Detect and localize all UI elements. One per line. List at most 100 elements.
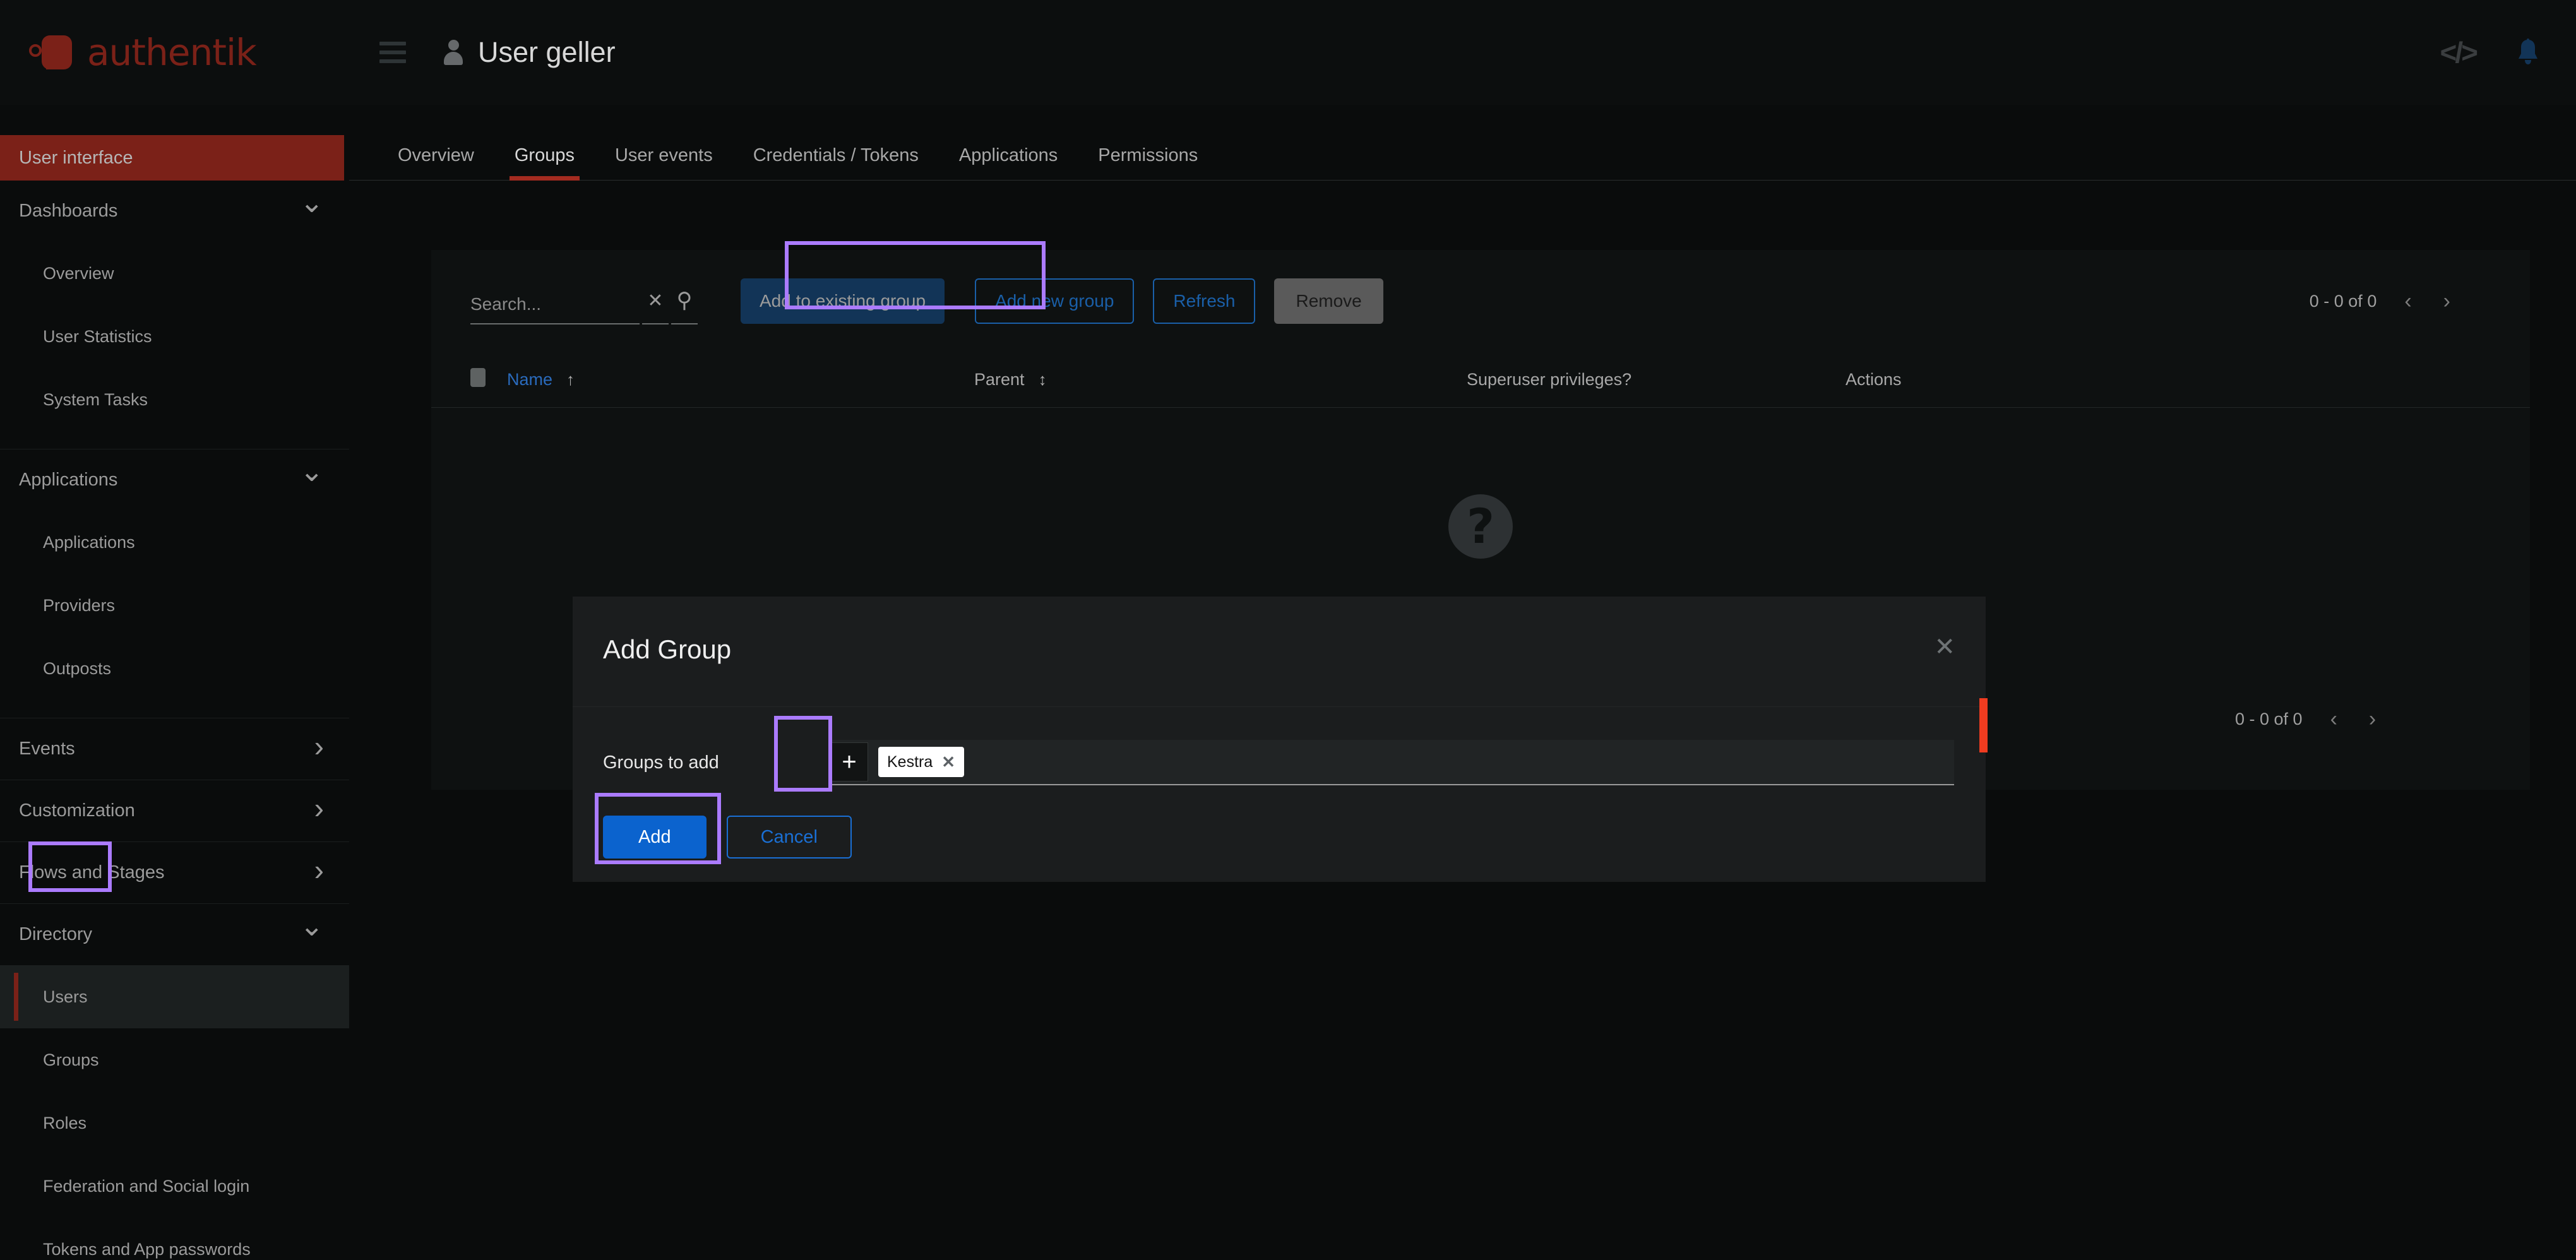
select-all-checkbox[interactable]	[470, 368, 507, 391]
tab-credentials-tokens[interactable]: Credentials / Tokens	[733, 145, 939, 180]
table-header-row: Name ↑ Parent ↕ Superuser privileges? Ac…	[431, 352, 2530, 408]
hamburger-icon[interactable]	[379, 42, 406, 63]
add-to-existing-group-button[interactable]: Add to existing group	[741, 278, 945, 324]
modal-title: Add Group	[603, 634, 731, 665]
chevron-right-icon[interactable]: ›	[2440, 289, 2454, 314]
sidebar-item-groups[interactable]: Groups	[0, 1028, 349, 1091]
sidebar-item-label: Tokens and App passwords	[43, 1240, 251, 1259]
tab-label: Permissions	[1098, 145, 1198, 165]
chevron-left-icon[interactable]: ‹	[2327, 707, 2341, 732]
sidebar-group-header-applications[interactable]: Applications	[0, 449, 349, 511]
sidebar-group-header-dashboards[interactable]: Dashboards	[0, 181, 349, 242]
sidebar-group-directory: Directory Users Groups Roles Federation …	[0, 904, 349, 1260]
sidebar-item-users[interactable]: Users	[0, 965, 349, 1028]
tab-label: Applications	[959, 145, 1058, 165]
brand-area[interactable]: authentik	[0, 0, 349, 105]
sidebar-group-header-flows-and-stages[interactable]: Flows and Stages	[0, 842, 349, 903]
sidebar-item-user-statistics[interactable]: User Statistics	[0, 305, 349, 368]
column-header-name[interactable]: Name ↑	[507, 370, 974, 389]
sidebar-group-header-directory[interactable]: Directory	[0, 904, 349, 965]
chevron-right-icon	[314, 800, 324, 823]
column-header-actions: Actions	[1846, 370, 1902, 389]
sidebar-item-label: Groups	[43, 1050, 99, 1070]
sidebar-item-outposts[interactable]: Outposts	[0, 637, 349, 700]
chip-remove-x-icon[interactable]: ✕	[941, 752, 955, 772]
pagination-range: 0 - 0 of 0	[2235, 710, 2303, 729]
sidebar-group-header-events[interactable]: Events	[0, 718, 349, 780]
chip-label: Kestra	[887, 753, 933, 771]
column-label: Superuser privileges?	[1467, 370, 1631, 389]
scroll-position-marker	[1979, 698, 1988, 752]
column-label: Name	[507, 370, 552, 389]
sidebar-item-providers[interactable]: Providers	[0, 574, 349, 637]
chevron-right-icon	[314, 862, 324, 884]
groups-to-add-field[interactable]: + Kestra ✕	[830, 740, 1954, 785]
add-new-group-button[interactable]: Add new group	[975, 278, 1134, 324]
sidebar: User interface Dashboards Overview User …	[0, 105, 349, 1260]
modal-header: Add Group ✕	[573, 597, 1986, 707]
add-group-modal: Add Group ✕ Groups to add + Kestra ✕ Add…	[573, 597, 1986, 882]
tab-label: Overview	[398, 145, 474, 165]
column-header-superuser-privileges: Superuser privileges?	[1467, 370, 1846, 389]
column-header-parent[interactable]: Parent ↕	[974, 370, 1467, 389]
sidebar-item-applications[interactable]: Applications	[0, 511, 349, 574]
sidebar-item-federation-and-social-login[interactable]: Federation and Social login	[0, 1155, 349, 1218]
tab-overview[interactable]: Overview	[378, 145, 494, 180]
sidebar-group-dashboards: Dashboards Overview User Statistics Syst…	[0, 181, 349, 449]
page-title-area: User geller	[443, 36, 616, 69]
notification-bell-icon[interactable]	[2515, 39, 2541, 66]
top-bar-actions: </>	[2440, 0, 2541, 105]
column-label: Parent	[974, 370, 1025, 389]
groups-to-add-row: Groups to add + Kestra ✕	[573, 740, 1986, 785]
tab-user-events[interactable]: User events	[595, 145, 733, 180]
sidebar-item-system-tasks[interactable]: System Tasks	[0, 368, 349, 431]
sidebar-group-label: Applications	[19, 470, 117, 490]
chevron-right-icon[interactable]: ›	[2365, 707, 2380, 732]
chevron-left-icon[interactable]: ‹	[2400, 289, 2415, 314]
page-title: User geller	[478, 36, 616, 69]
tab-label: Credentials / Tokens	[753, 145, 919, 165]
sidebar-item-label: Overview	[43, 264, 114, 283]
close-x-icon[interactable]: ✕	[1934, 634, 1955, 660]
cancel-button[interactable]: Cancel	[727, 816, 852, 859]
refresh-button[interactable]: Refresh	[1153, 278, 1255, 324]
authentik-logo[interactable]: authentik	[29, 31, 256, 74]
add-button[interactable]: Add	[603, 816, 707, 859]
code-brackets-icon[interactable]: </>	[2440, 35, 2476, 69]
sidebar-group-label: Customization	[19, 800, 135, 821]
search-magnifier-icon[interactable]: ⚲	[671, 278, 698, 324]
question-mark-icon: ?	[1448, 494, 1513, 559]
sidebar-group-header-customization[interactable]: Customization	[0, 780, 349, 841]
top-pagination: 0 - 0 of 0 ‹ ›	[2310, 289, 2454, 314]
sidebar-group-applications: Applications Applications Providers Outp…	[0, 449, 349, 718]
sidebar-item-label: System Tasks	[43, 390, 148, 410]
plus-icon[interactable]: +	[830, 742, 868, 782]
groups-to-add-label: Groups to add	[573, 752, 830, 773]
column-label: Actions	[1846, 370, 1902, 389]
authentik-logo-mark	[29, 32, 76, 73]
clear-x-icon[interactable]: ✕	[642, 278, 669, 324]
sidebar-item-label: Applications	[43, 533, 135, 552]
sidebar-banner-user-interface[interactable]: User interface	[0, 135, 344, 181]
sidebar-sublist-directory: Users Groups Roles Federation and Social…	[0, 965, 349, 1260]
sidebar-item-label: Users	[43, 987, 88, 1007]
sidebar-item-overview[interactable]: Overview	[0, 242, 349, 305]
sidebar-sublist-applications: Applications Providers Outposts	[0, 511, 349, 718]
tab-permissions[interactable]: Permissions	[1078, 145, 1218, 180]
sidebar-group-label: Dashboards	[19, 201, 117, 222]
tab-applications[interactable]: Applications	[939, 145, 1078, 180]
sidebar-item-label: Providers	[43, 596, 115, 615]
tab-label: Groups	[515, 145, 575, 165]
sidebar-item-roles[interactable]: Roles	[0, 1091, 349, 1155]
remove-button[interactable]: Remove	[1274, 278, 1383, 324]
sidebar-item-tokens-and-app-passwords[interactable]: Tokens and App passwords	[0, 1218, 349, 1260]
search-input-wrapper	[470, 294, 640, 324]
chevron-down-icon	[299, 925, 324, 945]
search-input[interactable]	[470, 294, 640, 314]
tab-label: User events	[615, 145, 713, 165]
tab-groups[interactable]: Groups	[494, 145, 595, 180]
sidebar-group-label: Events	[19, 739, 75, 759]
chip-kestra[interactable]: Kestra ✕	[878, 747, 964, 777]
sidebar-item-label: Roles	[43, 1114, 86, 1133]
modal-actions: Add Cancel	[603, 816, 852, 859]
